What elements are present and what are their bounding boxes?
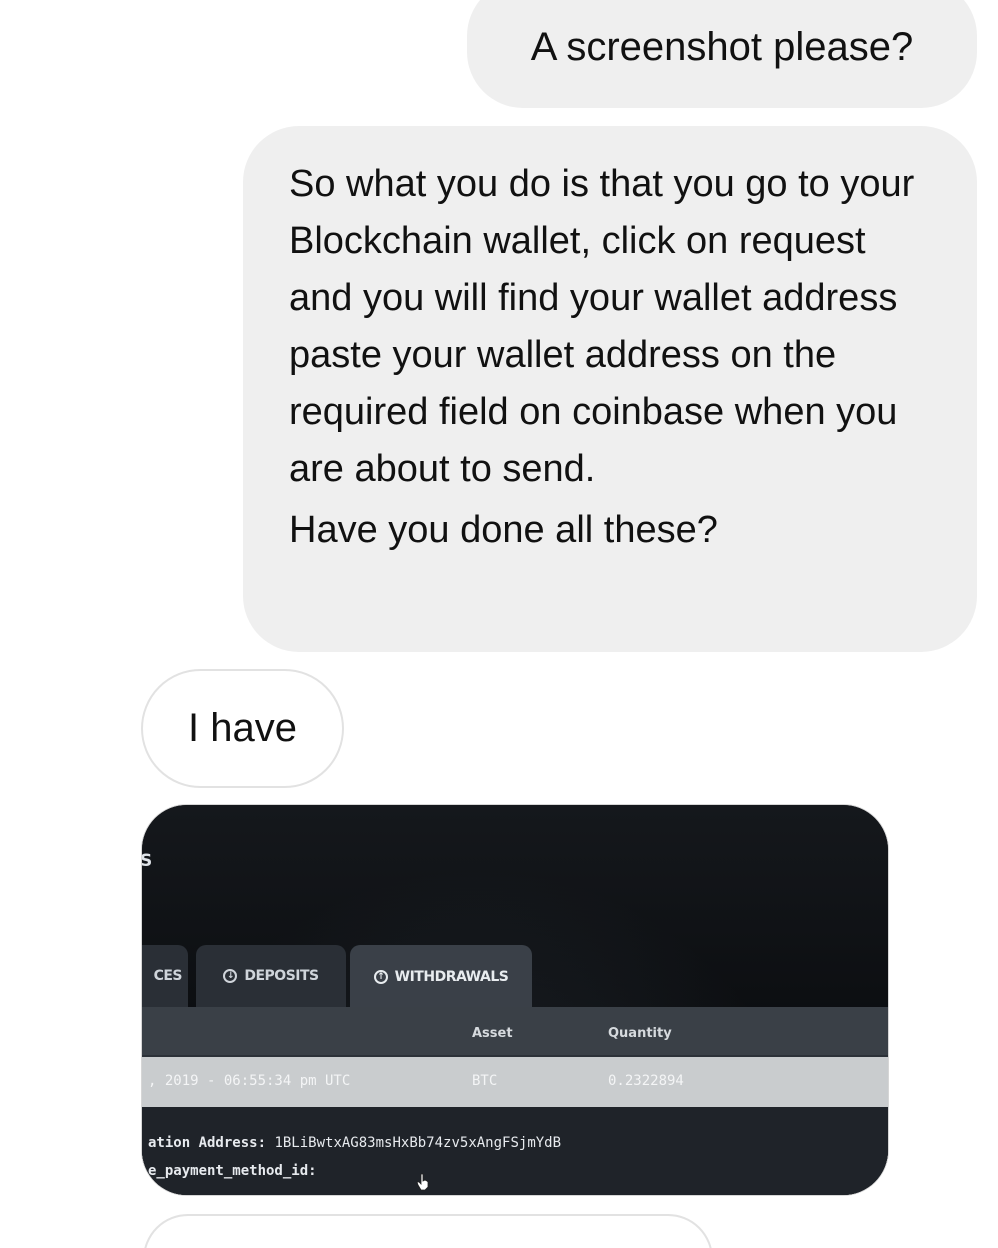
tab-deposits: ↓ DEPOSITS: [196, 945, 346, 1007]
tab-balances: CES: [142, 945, 188, 1007]
row-asset: BTC: [472, 1073, 498, 1089]
payment-method-line: e_payment_method_id:: [148, 1163, 317, 1179]
row-date: , 2019 - 06:55:34 pm UTC: [148, 1073, 351, 1089]
row-detail: ation Address: 1BLiBwtxAG83msHxBb74zv5xA…: [142, 1107, 888, 1195]
hand-cursor-icon: [416, 1173, 429, 1191]
arrow-up-circle-icon: ↑: [373, 970, 388, 984]
tab-label: WITHDRAWALS: [394, 969, 509, 985]
table-header: Asset Quantity: [142, 1007, 888, 1055]
chat-screen: A screenshot please? So what you do is t…: [0, 0, 998, 1248]
column-header-quantity: Quantity: [608, 1026, 672, 1041]
outgoing-message-bubble[interactable]: A screenshot please?: [467, 0, 977, 108]
incoming-message-bubble[interactable]: [143, 1214, 713, 1248]
outgoing-message-bubble[interactable]: So what you do is that you go to your Bl…: [243, 126, 977, 652]
message-text: Have you done all these?: [289, 509, 718, 551]
tab-label: DEPOSITS: [244, 968, 319, 984]
incoming-message-bubble[interactable]: I have: [141, 669, 344, 788]
table-row: , 2019 - 06:55:34 pm UTC BTC 0.2322894: [142, 1057, 888, 1107]
tab-label: CES: [153, 968, 183, 984]
section-heading-fragment: S: [141, 851, 153, 871]
address-label: ation Address:: [148, 1135, 267, 1151]
destination-address-line: ation Address: 1BLiBwtxAG83msHxBb74zv5xA…: [148, 1135, 561, 1151]
message-text: I have: [188, 706, 297, 750]
image-attachment[interactable]: S CES ↓ DEPOSITS ↑ WITHDRAWALS Asset Qua…: [141, 804, 889, 1196]
column-header-asset: Asset: [472, 1026, 513, 1041]
message-text: So what you do is that you go to your Bl…: [289, 163, 915, 490]
tab-withdrawals: ↑ WITHDRAWALS: [350, 945, 532, 1009]
row-quantity: 0.2322894: [608, 1073, 684, 1089]
message-text: A screenshot please?: [530, 25, 914, 69]
arrow-down-circle-icon: ↓: [223, 969, 238, 983]
address-value: 1BLiBwtxAG83msHxBb74zv5xAngFSjmYdB: [274, 1135, 562, 1151]
payment-method-label: e_payment_method_id:: [148, 1163, 317, 1179]
